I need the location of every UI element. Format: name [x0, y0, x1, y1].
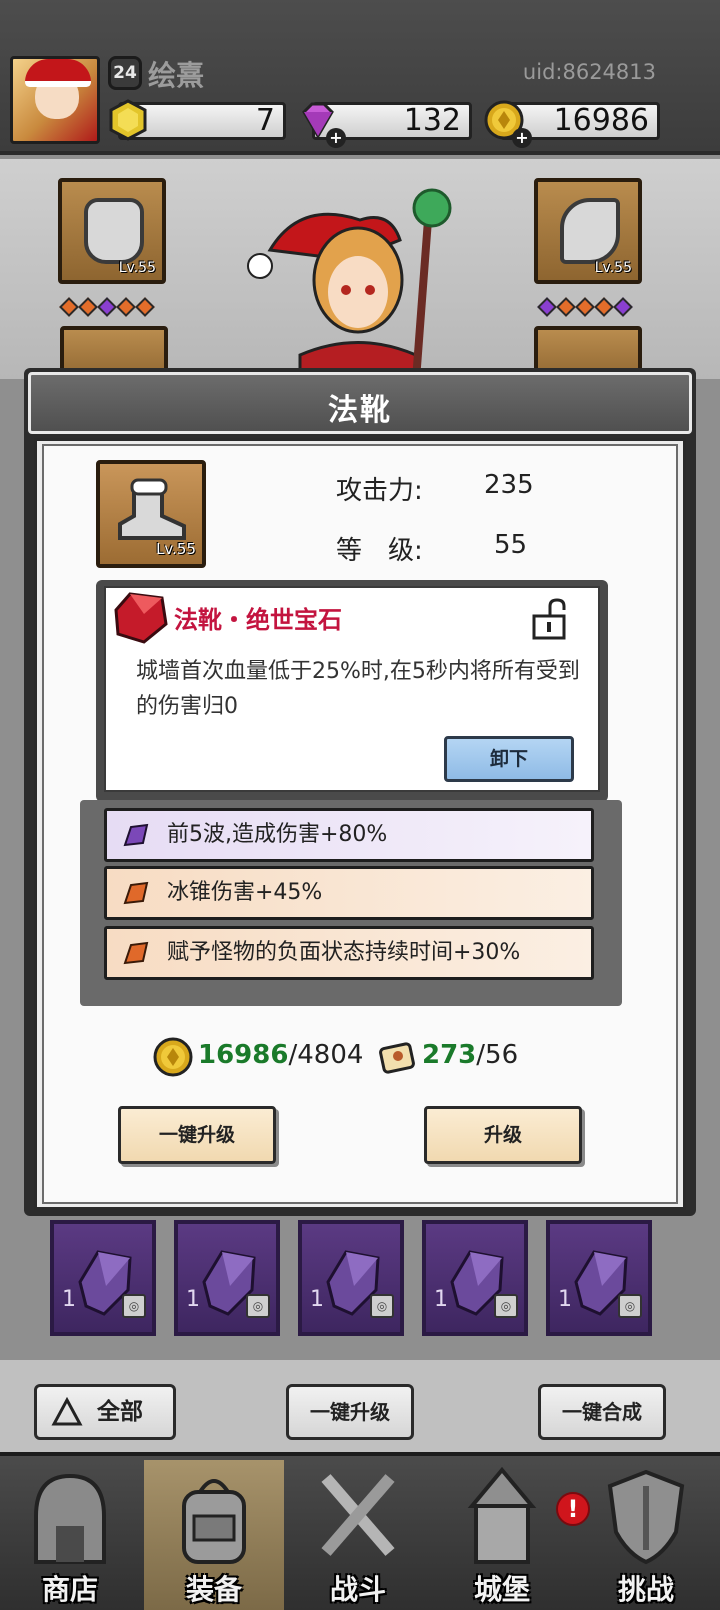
level-label: 等 级:	[336, 536, 423, 566]
coin-owned: 16986	[198, 1040, 289, 1070]
buff-row: 冰锥伤害+45%	[104, 866, 594, 920]
coin-cost: 16986/4804	[198, 1040, 363, 1070]
level-value: 55	[494, 530, 528, 560]
scroll-owned: 273	[422, 1040, 477, 1070]
gem-description: 城墙首次血量低于25%时,在5秒内将所有受到的伤害归0	[136, 659, 580, 719]
gold-coin-icon	[153, 1037, 193, 1077]
auto-upgrade-button[interactable]: 一键升级	[118, 1106, 276, 1164]
unequip-button[interactable]: 卸下	[444, 736, 574, 782]
buff-text: 赋予怪物的负面状态持续时间+30%	[167, 940, 521, 965]
boot-icon	[118, 478, 186, 540]
scroll-cost: 273/56	[422, 1040, 518, 1070]
attack-label: 攻击力:	[336, 476, 423, 506]
attack-value: 235	[484, 470, 534, 500]
orange-shard-icon	[123, 881, 149, 905]
modal-header: 法靴	[28, 372, 692, 434]
scroll-icon	[379, 1042, 415, 1074]
orange-shard-icon	[123, 941, 149, 965]
buff-row: 前5波,造成伤害+80%	[104, 808, 594, 862]
modal-title: 法靴	[328, 393, 392, 428]
buff-row: 赋予怪物的负面状态持续时间+30%	[104, 926, 594, 980]
upgrade-button[interactable]: 升级	[424, 1106, 582, 1164]
coin-required: /4804	[288, 1040, 364, 1070]
selected-item-slot: Lv.55	[96, 460, 206, 568]
buff-text: 冰锥伤害+45%	[167, 880, 323, 905]
scroll-required: /56	[476, 1040, 519, 1070]
item-level-label: Lv.55	[156, 540, 196, 558]
buff-text: 前5波,造成伤害+80%	[167, 822, 388, 847]
red-gem-icon	[114, 592, 168, 644]
purple-shard-icon	[123, 823, 149, 847]
unlock-icon[interactable]	[532, 598, 568, 640]
gem-title: 法靴・绝世宝石	[174, 606, 342, 634]
